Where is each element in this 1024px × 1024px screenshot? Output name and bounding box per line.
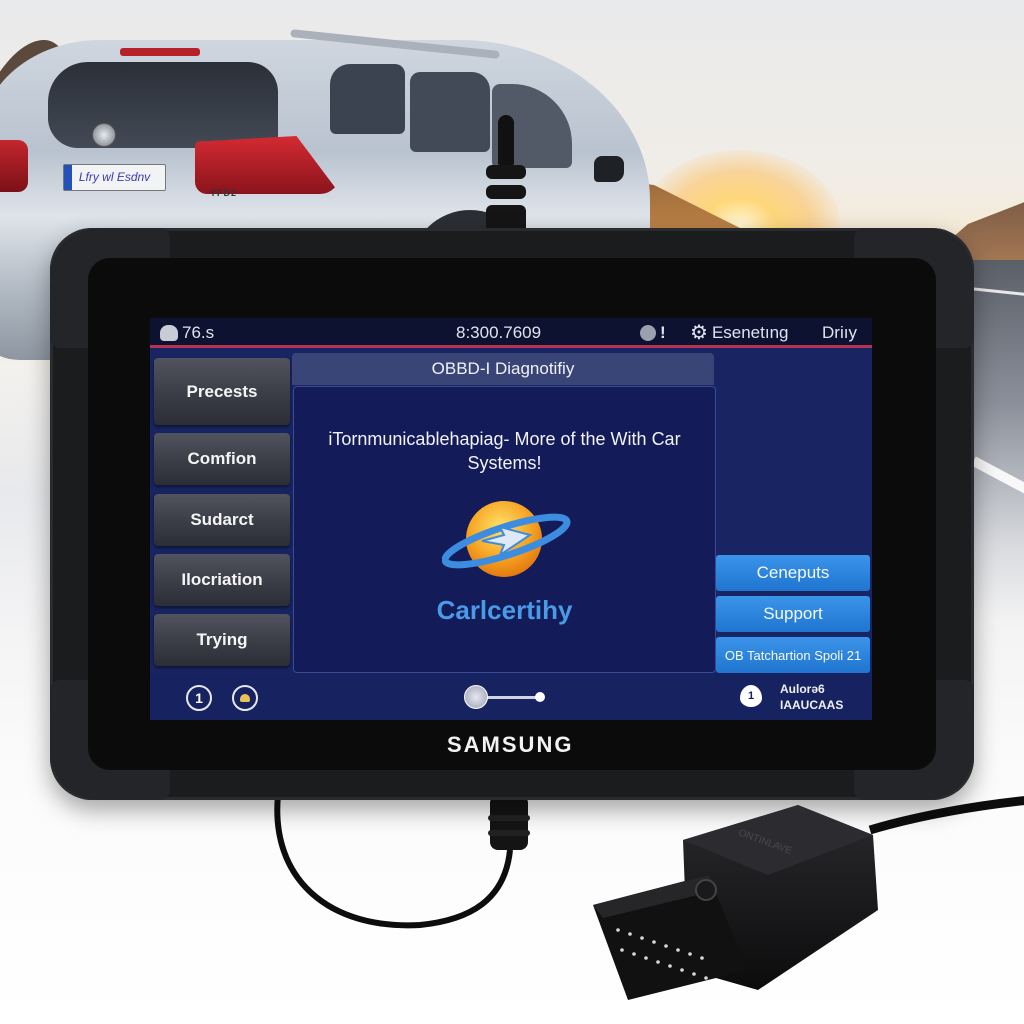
main-panel: iTornmunicablehapiag- More of the With C… bbox=[293, 386, 716, 673]
panel-message: iTornmunicablehapiag- More of the With C… bbox=[328, 429, 681, 473]
menu-button-sudarct[interactable]: Sudarct bbox=[154, 494, 290, 546]
status-center-value: 8:300.7609 bbox=[456, 323, 542, 342]
alert-icon bbox=[640, 325, 656, 341]
logo-text: Carlcertihy bbox=[436, 595, 573, 625]
antenna-tip bbox=[498, 115, 514, 165]
slider-end bbox=[535, 692, 545, 702]
info-icon-glyph: 1 bbox=[195, 690, 203, 706]
device-screen: 76.s 8:300.7609 ! ⚙ Esenetıng Driıy Prec… bbox=[150, 318, 872, 720]
status-bar: 76.s 8:300.7609 ! ⚙ Esenetıng Driıy bbox=[150, 318, 872, 348]
bottom-right-line1: Aulorə6 bbox=[780, 682, 825, 696]
panel-title: OBBD-I Diagnotifiy bbox=[292, 353, 714, 385]
user-badge-icon[interactable] bbox=[232, 685, 258, 711]
cable-right bbox=[868, 796, 1024, 835]
alert-indicator[interactable]: ! bbox=[640, 323, 666, 343]
bottom-right-info: Aulorə6 IAAUCAAS bbox=[780, 681, 843, 713]
cable-left-loop bbox=[274, 794, 513, 929]
cable-strain-relief bbox=[490, 795, 528, 850]
support-button[interactable]: Support bbox=[716, 596, 870, 632]
pin-icon-glyph: 1 bbox=[747, 690, 755, 702]
brand-logo: SAMSUNG bbox=[447, 732, 574, 757]
settings-label: Esenetıng bbox=[711, 323, 789, 342]
bottom-right-line2: IAAUCAAS bbox=[780, 698, 844, 712]
robot-icon bbox=[160, 325, 178, 341]
status-left-value: 76.s bbox=[182, 323, 215, 342]
obd-connector: ONTINLAVE bbox=[593, 805, 878, 1000]
settings-menu[interactable]: ⚙ Esenetıng bbox=[690, 323, 789, 343]
antenna-rib bbox=[486, 165, 526, 179]
menu-button-comfion[interactable]: Comfion bbox=[154, 433, 290, 485]
device-antenna bbox=[478, 115, 534, 240]
cable-strain-rib bbox=[488, 815, 530, 821]
menu-button-precests[interactable]: Precests bbox=[154, 358, 290, 425]
location-pin-icon[interactable]: 1 bbox=[740, 685, 762, 707]
antenna-rib bbox=[486, 185, 526, 199]
slider-handle[interactable] bbox=[464, 685, 488, 709]
status-center: 8:300.7609 bbox=[456, 323, 541, 343]
status-left: 76.s bbox=[160, 323, 214, 343]
gear-icon: ⚙ bbox=[690, 322, 708, 344]
menu-button-trying[interactable]: Trying bbox=[154, 614, 290, 666]
user-badge-glyph bbox=[240, 694, 250, 702]
menu-button-ilocriation[interactable]: Ilocriation bbox=[154, 554, 290, 606]
bottom-bar: 1 1 Aulorə6 IAAUCAAS bbox=[150, 673, 872, 720]
connector-screw bbox=[695, 879, 717, 901]
planet-arrow-logo-icon bbox=[442, 501, 571, 577]
alert-mark: ! bbox=[660, 323, 666, 342]
status-right[interactable]: Driıy bbox=[822, 323, 857, 343]
status-right-label: Driıy bbox=[822, 323, 857, 342]
status-divider bbox=[150, 345, 872, 348]
cable-strain-rib bbox=[488, 830, 530, 836]
ceneputs-button[interactable]: Ceneputs bbox=[716, 555, 870, 591]
ob-tatchartion-button[interactable]: OB Tatchartion Spoli 21 bbox=[716, 637, 870, 673]
info-icon[interactable]: 1 bbox=[186, 685, 212, 711]
